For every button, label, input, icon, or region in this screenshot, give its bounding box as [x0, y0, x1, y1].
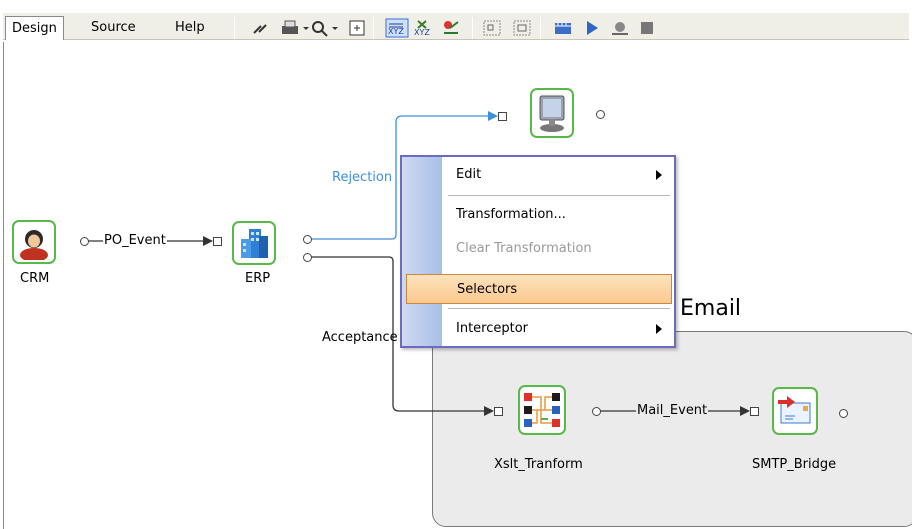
- xslt-node[interactable]: [518, 385, 566, 435]
- erp-label: ERP: [245, 271, 271, 286]
- erp-input-port[interactable]: [213, 237, 222, 246]
- xslt-input-port[interactable]: [494, 407, 503, 416]
- terminal-node[interactable]: [530, 88, 574, 138]
- menu-item-selectors[interactable]: Selectors: [406, 274, 672, 304]
- smtp-output-port[interactable]: [839, 409, 848, 418]
- menu-item-interceptor[interactable]: Interceptor: [442, 314, 674, 344]
- menu-item-clear-transformation: Clear Transformation: [456, 241, 592, 256]
- menu-item-edit[interactable]: Edit: [442, 160, 674, 190]
- submenu-arrow-icon: [656, 170, 662, 180]
- mail-event-label[interactable]: Mail_Event: [636, 403, 709, 418]
- submenu-arrow-icon: [656, 324, 662, 334]
- erp-output-port-1[interactable]: [303, 235, 312, 244]
- crm-label: CRM: [20, 271, 50, 286]
- smtp-label: SMTP_Bridge: [752, 457, 837, 472]
- terminal-output-port[interactable]: [596, 110, 605, 119]
- mail-icon: [778, 396, 811, 424]
- erp-node[interactable]: [232, 221, 276, 265]
- crm-node[interactable]: [12, 220, 56, 264]
- terminal-input-port[interactable]: [498, 112, 507, 121]
- xslt-output-port[interactable]: [592, 407, 601, 416]
- xslt-label: Xslt_Tranform: [494, 457, 583, 472]
- menu-item-label: Edit: [456, 167, 482, 182]
- smtp-node[interactable]: [772, 387, 818, 435]
- po-event-label[interactable]: PO_Event: [103, 233, 167, 248]
- menu-item-label: Interceptor: [456, 321, 529, 336]
- transform-icon: [524, 393, 560, 427]
- rejection-label[interactable]: Rejection: [332, 170, 392, 185]
- building-icon: [241, 229, 268, 258]
- monitor-icon: [539, 95, 565, 132]
- context-menu: Edit Transformation... Clear Transformat…: [400, 155, 676, 348]
- menu-separator: [448, 195, 670, 196]
- erp-output-port-2[interactable]: [303, 253, 312, 262]
- crm-output-port[interactable]: [80, 237, 89, 246]
- acceptance-label[interactable]: Acceptance: [322, 330, 398, 345]
- smtp-input-port[interactable]: [750, 407, 759, 416]
- menu-item-transformation[interactable]: Transformation...: [442, 200, 674, 230]
- menu-separator: [448, 308, 670, 309]
- user-icon: [20, 230, 48, 260]
